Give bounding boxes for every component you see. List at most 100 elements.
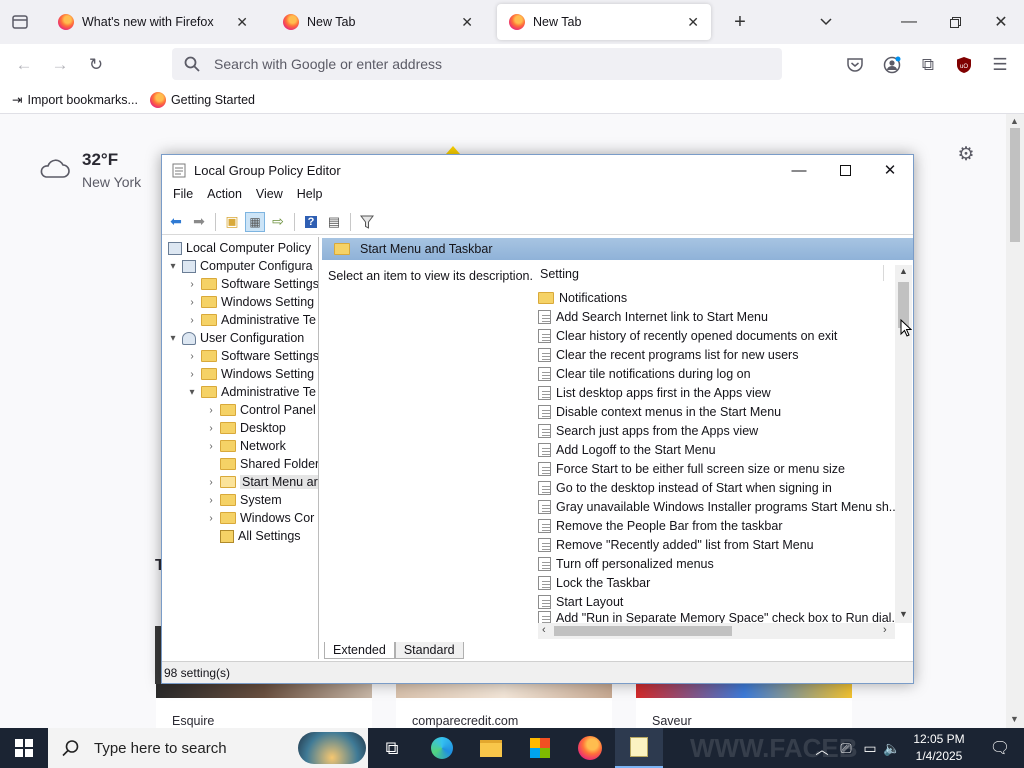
collapsed-arrow-icon[interactable]: › (187, 279, 197, 290)
scroll-up-icon[interactable]: ▲ (899, 266, 908, 276)
taskbar-clock[interactable]: 12:05 PM 1/4/2025 (896, 731, 982, 765)
list-item[interactable]: Remove the People Bar from the taskbar (538, 516, 783, 535)
collapsed-arrow-icon[interactable]: › (187, 369, 197, 380)
collapsed-arrow-icon[interactable]: › (206, 513, 216, 524)
tree-node[interactable]: Local Computer Policy (168, 239, 311, 257)
story-card[interactable]: Saveur (636, 684, 852, 728)
export-list-button[interactable]: ⇨ (268, 212, 288, 232)
tree-node[interactable]: › System (206, 491, 281, 509)
close-tab-icon[interactable]: ✕ (687, 14, 699, 31)
firefox-view-button[interactable] (5, 7, 35, 37)
list-item[interactable]: Turn off personalized menus (538, 554, 714, 573)
list-item[interactable]: Clear tile notifications during log on (538, 364, 751, 383)
forward-button[interactable]: ➡ (189, 212, 209, 232)
getting-started-bookmark[interactable]: Getting Started (149, 91, 255, 108)
collapsed-arrow-icon[interactable]: › (187, 351, 197, 362)
menu-action[interactable]: Action (200, 187, 249, 207)
list-item[interactable]: List desktop apps first in the Apps view (538, 383, 771, 402)
scroll-right-icon[interactable]: › (883, 624, 887, 636)
collapsed-arrow-icon[interactable]: › (206, 423, 216, 434)
expanded-arrow-icon[interactable]: ▾ (168, 333, 178, 344)
maximize-button[interactable] (932, 0, 978, 44)
collapsed-arrow-icon[interactable]: › (187, 297, 197, 308)
list-item[interactable]: Remove "Recently added" list from Start … (538, 535, 814, 554)
search-highlight-icon[interactable] (298, 732, 366, 764)
collapsed-arrow-icon[interactable]: › (206, 495, 216, 506)
tree-node[interactable]: ▾ User Configuration (168, 329, 304, 347)
tab-whats-new[interactable]: What's new with Firefox ✕ (46, 4, 260, 40)
show-hidden-icons-button[interactable]: ︿ (808, 728, 836, 768)
collapsed-arrow-icon[interactable]: › (206, 441, 216, 452)
close-tab-icon[interactable]: ✕ (461, 14, 473, 31)
collapsed-arrow-icon[interactable]: › (187, 315, 197, 326)
list-item[interactable]: Notifications (538, 288, 627, 307)
list-item[interactable]: Add "Run in Separate Memory Space" check… (538, 611, 902, 623)
gpedit-taskbar-button[interactable] (615, 728, 663, 768)
tree-node[interactable]: › Software Settings (187, 347, 318, 365)
gpedit-maximize-button[interactable] (822, 155, 868, 185)
settings-hscroll-thumb[interactable] (554, 626, 732, 636)
meet-now-button[interactable]: ⎚ (834, 728, 858, 768)
list-item[interactable]: Lock the Taskbar (538, 573, 650, 592)
firefox-taskbar-button[interactable] (566, 728, 614, 768)
story-card[interactable]: comparecredit.com (396, 684, 612, 728)
scroll-down-icon[interactable]: ▼ (899, 609, 908, 619)
start-button[interactable] (0, 728, 48, 768)
properties-button[interactable]: ▤ (324, 212, 344, 232)
up-one-level-button[interactable]: ▣ (222, 212, 242, 232)
close-tab-icon[interactable]: ✕ (236, 14, 248, 31)
tree-node[interactable]: › Network (206, 437, 286, 455)
tree-node[interactable]: All Settings (206, 527, 301, 545)
tree-node[interactable]: › Windows Setting (187, 365, 314, 383)
list-item[interactable]: Gray unavailable Windows Installer progr… (538, 497, 899, 516)
help-button[interactable]: ? (301, 212, 321, 232)
close-window-button[interactable]: ✕ (978, 0, 1024, 44)
menu-help[interactable]: Help (290, 187, 330, 207)
list-item[interactable]: Search just apps from the Apps view (538, 421, 758, 440)
menu-view[interactable]: View (249, 187, 290, 207)
column-divider[interactable] (883, 265, 884, 281)
settings-horizontal-scrollbar[interactable]: ‹ › (538, 623, 895, 639)
collapsed-arrow-icon[interactable]: › (206, 405, 216, 416)
scroll-left-icon[interactable]: ‹ (542, 624, 546, 636)
file-explorer-button[interactable] (467, 728, 515, 768)
expanded-arrow-icon[interactable]: ▾ (187, 387, 197, 398)
tree-node[interactable]: › Windows Setting (187, 293, 314, 311)
list-all-tabs-button[interactable] (803, 0, 849, 44)
gpedit-minimize-button[interactable]: — (776, 155, 822, 185)
forward-button[interactable]: → (45, 50, 75, 80)
extensions-button[interactable]: ⧉ (913, 50, 943, 80)
notifications-button[interactable]: 🗨 (976, 728, 1024, 768)
tree-node-selected[interactable]: › Start Menu ar (206, 473, 318, 491)
personalize-button[interactable]: ⚙ (951, 139, 981, 169)
taskbar-search-box[interactable]: Type here to search (48, 728, 368, 768)
weather-widget[interactable]: 32°F New York (38, 150, 141, 190)
app-menu-button[interactable]: ☰ (985, 50, 1015, 80)
back-button[interactable]: ⬅ (166, 212, 186, 232)
list-item[interactable]: Clear the recent programs list for new u… (538, 345, 798, 364)
console-tree[interactable]: Local Computer Policy ▾ Computer Configur… (162, 237, 319, 659)
edge-button[interactable] (418, 728, 466, 768)
tab-new-tab-2[interactable]: New Tab ✕ (497, 4, 711, 40)
filter-button[interactable] (357, 212, 377, 232)
tree-node[interactable]: ▾ Computer Configura (168, 257, 312, 275)
expanded-arrow-icon[interactable]: ▾ (168, 261, 178, 272)
tree-node[interactable]: › Desktop (206, 419, 286, 437)
menu-file[interactable]: File (166, 187, 200, 207)
task-view-button[interactable]: ⧉ (368, 728, 416, 768)
import-bookmarks-item[interactable]: ⇥ Import bookmarks... (12, 92, 138, 108)
list-item[interactable]: Start Layout (538, 592, 623, 611)
tree-node[interactable]: Shared Folder (206, 455, 318, 473)
tab-standard[interactable]: Standard (394, 642, 464, 659)
new-tab-button[interactable]: + (717, 0, 763, 44)
back-button[interactable]: ← (9, 50, 39, 80)
story-card[interactable]: Esquire (156, 684, 372, 728)
list-item[interactable]: Go to the desktop instead of Start when … (538, 478, 832, 497)
reload-button[interactable]: ↻ (81, 50, 111, 80)
ublock-button[interactable]: uO (949, 50, 979, 80)
tree-node[interactable]: › Windows Cor (206, 509, 314, 527)
show-hide-tree-button[interactable]: ▦ (245, 211, 265, 232)
collapsed-arrow-icon[interactable]: › (206, 477, 216, 488)
list-item[interactable]: Clear history of recently opened documen… (538, 326, 837, 345)
tree-node[interactable]: › Administrative Te (187, 311, 316, 329)
